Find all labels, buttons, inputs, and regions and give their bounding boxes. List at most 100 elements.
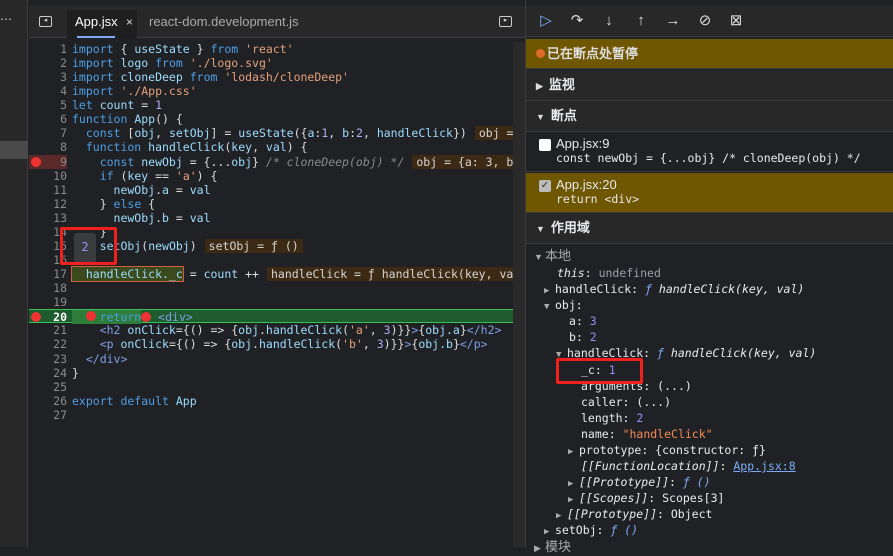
toggle-debugger-icon[interactable]: ▸ bbox=[499, 16, 512, 27]
code-line[interactable]: 26 export default App bbox=[29, 394, 513, 408]
line-number[interactable]: 23 bbox=[29, 352, 67, 366]
line-number[interactable]: 7 bbox=[29, 126, 67, 140]
line-number[interactable]: 10 bbox=[29, 169, 67, 183]
breakpoint-checkbox[interactable]: ✓ bbox=[539, 180, 551, 192]
code-token: )}} bbox=[390, 323, 412, 338]
code-line[interactable]: 5 let count = 1 bbox=[29, 98, 513, 112]
function-location-link[interactable]: App.jsx:8 bbox=[733, 459, 795, 473]
tree-item-function-location[interactable]: [[FunctionLocation]]: App.jsx:8 bbox=[581, 458, 796, 474]
breakpoint-item[interactable]: App.jsx:9 const newObj = {...obj} /* clo… bbox=[526, 132, 893, 172]
code-line[interactable]: 3 import cloneDeep from 'lodash/cloneDeep… bbox=[29, 70, 513, 84]
line-number[interactable]: 21 bbox=[29, 323, 67, 337]
line-number[interactable]: 11 bbox=[29, 183, 67, 197]
code-line[interactable]: 22 <p onClick={() => {obj.handleClick('b… bbox=[29, 337, 513, 351]
code-token: import bbox=[72, 42, 114, 56]
breakpoint-icon[interactable] bbox=[31, 156, 41, 167]
line-number[interactable]: 4 bbox=[29, 84, 67, 98]
code-line[interactable]: 24} bbox=[29, 366, 513, 380]
code-line[interactable]: 18 bbox=[29, 281, 513, 295]
code-token: () { bbox=[155, 112, 183, 127]
line-number[interactable]: 22 bbox=[29, 337, 67, 351]
toggle-navigator-icon[interactable]: ◂ bbox=[39, 16, 52, 27]
step-icon[interactable]: → bbox=[663, 10, 683, 32]
code-token: <p bbox=[72, 337, 121, 352]
line-number[interactable]: 6 bbox=[29, 112, 67, 126]
line-number[interactable]: 3 bbox=[29, 70, 67, 84]
line-number[interactable]: 25 bbox=[29, 380, 67, 394]
tree-item-caller[interactable]: caller: (...) bbox=[581, 394, 671, 410]
scope-local[interactable]: ▼ 本地 bbox=[534, 248, 571, 264]
code-token: obj bbox=[238, 323, 259, 338]
inline-value: handleClick = ƒ handleClick(key, val) bbox=[266, 267, 525, 282]
code-line[interactable]: 23 </div> bbox=[29, 352, 513, 366]
code-line[interactable]: 12 } else { bbox=[29, 197, 513, 211]
code-token: = bbox=[168, 182, 190, 197]
tree-item-b[interactable]: b: 2 bbox=[569, 329, 597, 345]
code-token: obj bbox=[134, 126, 156, 141]
line-number[interactable]: 2 bbox=[29, 56, 67, 70]
watch-section-header[interactable]: ▶ 监视 bbox=[526, 70, 893, 101]
triangle-right-icon: ▶ bbox=[536, 81, 543, 91]
code-line[interactable]: 4 import './App.css' bbox=[29, 84, 513, 98]
breakpoints-section-header[interactable]: ▼ 断点 bbox=[526, 101, 893, 132]
code-token: } bbox=[252, 154, 266, 169]
code-line[interactable]: 25 bbox=[29, 380, 513, 394]
resume-icon[interactable]: ▷ bbox=[536, 10, 556, 32]
code-line[interactable]: 8 function handleClick(key, val) { bbox=[29, 140, 513, 154]
line-number[interactable]: 17 bbox=[29, 267, 67, 281]
code-line[interactable]: 19 bbox=[29, 295, 513, 309]
line-number[interactable]: 26 bbox=[29, 394, 67, 408]
tree-item-name[interactable]: name: "handleClick" bbox=[581, 426, 713, 442]
code-token: obj.a bbox=[425, 323, 460, 338]
code-line[interactable]: 6 function App() { bbox=[29, 112, 513, 126]
step-over-icon[interactable]: ↷ bbox=[567, 10, 587, 32]
tab-app-jsx[interactable]: App.jsx × bbox=[67, 10, 137, 38]
scope-section-header[interactable]: ▼ 作用域 bbox=[526, 213, 893, 244]
scrollbar[interactable] bbox=[513, 42, 525, 547]
code-line[interactable]: 7 const [obj, setObj] = useState({a:1, b… bbox=[29, 126, 525, 141]
deactivate-breakpoints-icon[interactable]: ⊘ bbox=[695, 10, 715, 32]
pause-on-exceptions-icon[interactable]: ⊠ bbox=[726, 10, 746, 32]
tree-item-setobj[interactable]: ▶ setObj: ƒ () bbox=[544, 522, 638, 538]
line-number[interactable]: 5 bbox=[29, 98, 67, 112]
code-token: handleClick bbox=[258, 337, 336, 352]
more-icon[interactable]: ⋯ bbox=[0, 12, 13, 26]
tree-item-a[interactable]: a: 3 bbox=[569, 313, 597, 329]
code-line[interactable]: 9 const newObj = {...obj} /* cloneDeep(o… bbox=[29, 154, 525, 169]
code-line[interactable]: 1 import { useState } from 'react' bbox=[29, 42, 513, 56]
tree-item-handleclick[interactable]: ▶ handleClick: ƒ handleClick(key, val) bbox=[544, 281, 804, 297]
code-line[interactable]: 17 handleClick._c = count ++ handleClick … bbox=[29, 266, 525, 283]
code-token: const bbox=[72, 126, 121, 141]
step-out-icon[interactable]: ↑ bbox=[631, 10, 651, 32]
scope-module[interactable]: ▶ 模块 bbox=[534, 539, 571, 555]
step-into-icon[interactable]: ↓ bbox=[599, 10, 619, 32]
tree-item-obj[interactable]: ▼ obj: bbox=[544, 297, 583, 313]
line-number[interactable]: 19 bbox=[29, 295, 67, 309]
code-line[interactable]: 2 import logo from './logo.svg' bbox=[29, 56, 513, 70]
tree-item-fn-prototype[interactable]: ▶ [[Prototype]]: ƒ () bbox=[568, 474, 711, 490]
code-line[interactable]: 20 return <div> bbox=[29, 309, 513, 325]
line-number[interactable]: 24 bbox=[29, 366, 67, 380]
line-number[interactable]: 12 bbox=[29, 197, 67, 211]
code-line[interactable]: 27 bbox=[29, 408, 513, 422]
close-icon[interactable]: × bbox=[126, 10, 133, 34]
tree-item-this[interactable]: this: undefined bbox=[557, 265, 661, 281]
line-number[interactable]: 1 bbox=[29, 42, 67, 56]
tree-item-length[interactable]: length: 2 bbox=[581, 410, 643, 426]
code-line[interactable]: 11 newObj.a = val bbox=[29, 183, 513, 197]
tab-react-dom[interactable]: react-dom.development.js bbox=[141, 10, 307, 38]
code-line[interactable]: 13 newObj.b = val bbox=[29, 211, 513, 225]
code-line[interactable]: 21 <h2 onClick={() => {obj.handleClick('… bbox=[29, 323, 513, 337]
inline-breakpoint-icon[interactable] bbox=[141, 312, 152, 323]
line-number[interactable]: 8 bbox=[29, 140, 67, 154]
line-number[interactable]: 13 bbox=[29, 211, 67, 225]
tree-item-scopes[interactable]: ▶ [[Scopes]]: Scopes[3] bbox=[568, 490, 724, 506]
line-number[interactable]: 18 bbox=[29, 281, 67, 295]
tree-item-prototype[interactable]: ▶ prototype: {constructor: ƒ} bbox=[568, 442, 766, 458]
breakpoint-checkbox[interactable] bbox=[539, 139, 551, 151]
selected-file-row[interactable] bbox=[0, 141, 28, 159]
tree-item-obj-prototype[interactable]: ▶ [[Prototype]]: Object bbox=[556, 506, 712, 522]
breakpoint-item[interactable]: ✓ App.jsx:20 return <div> bbox=[526, 173, 893, 213]
line-number[interactable]: 27 bbox=[29, 408, 67, 422]
code-line[interactable]: 10 if (key == 'a') { bbox=[29, 169, 513, 183]
